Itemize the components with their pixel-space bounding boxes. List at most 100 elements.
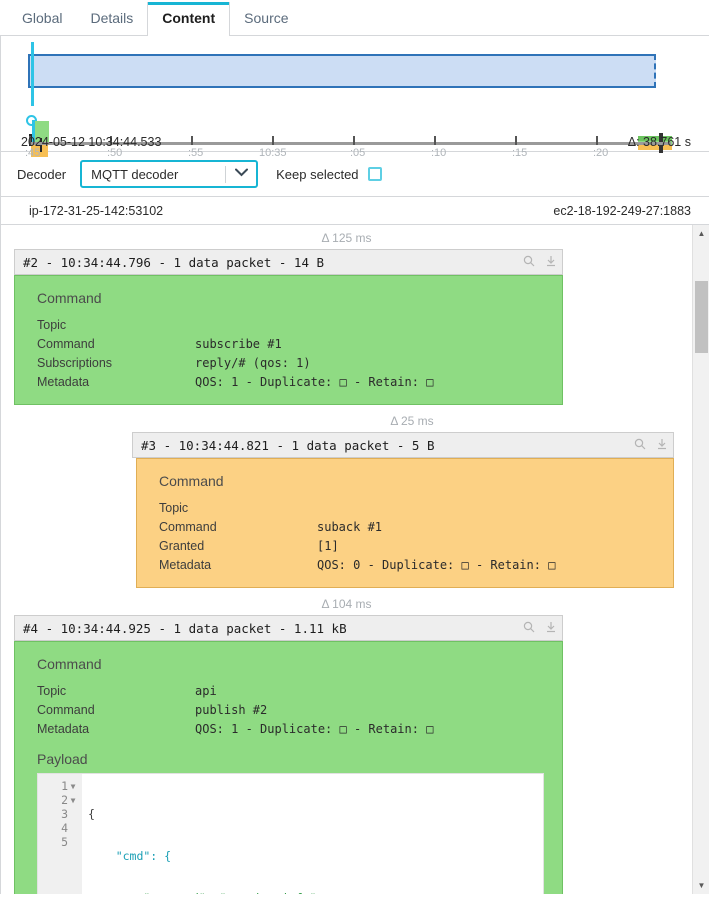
packet-field-value: reply/# (qos: 1) xyxy=(195,356,311,370)
payload-json-editor[interactable]: 1 ▼ 2 ▼ 3 4 5 {"cmd": { xyxy=(37,773,544,894)
decoder-label: Decoder xyxy=(17,166,67,182)
download-icon[interactable] xyxy=(540,621,562,636)
endpoint-source: ip-172-31-25-142:53102 xyxy=(29,203,164,218)
timeline-selection-box[interactable] xyxy=(28,54,656,88)
timeline-tick-label: :55 xyxy=(188,147,204,159)
packet-field-row: Command subscribe #1 xyxy=(15,335,562,354)
line-number: 2 xyxy=(61,793,68,807)
timeline-tick-label: :15 xyxy=(512,147,528,159)
packet-field-value: api xyxy=(195,684,217,698)
timeline-tick-label: 10:35 xyxy=(259,147,287,159)
timeline-tick xyxy=(434,136,436,145)
tab-source[interactable]: Source xyxy=(230,2,302,35)
keep-selected-checkbox[interactable] xyxy=(367,167,382,181)
packet-entry: #3 - 10:34:44.821 - 1 data packet - 5 B … xyxy=(132,432,674,588)
packet-header[interactable]: #4 - 10:34:44.925 - 1 data packet - 1.11… xyxy=(14,615,563,641)
packet-body: Command Topic api Command publish #2 Met… xyxy=(14,641,563,894)
line-number: 5 xyxy=(61,835,68,849)
packet-header-text: #2 - 10:34:44.796 - 1 data packet - 14 B xyxy=(23,254,325,270)
tab-details[interactable]: Details xyxy=(76,2,147,35)
timeline-tick xyxy=(272,136,274,145)
packet-field-key: Command xyxy=(37,337,95,351)
tab-global[interactable]: Global xyxy=(8,2,76,35)
endpoint-destination: ec2-18-192-249-27:1883 xyxy=(553,203,691,218)
packet-header-text: #4 - 10:34:44.925 - 1 data packet - 1.11… xyxy=(23,620,347,636)
tab-content[interactable]: Content xyxy=(147,2,231,36)
packet-field-value: QOS: 1 - Duplicate: □ - Retain: □ xyxy=(195,375,434,389)
packet-field-key: Subscriptions xyxy=(37,356,113,370)
chevron-down-icon xyxy=(226,168,256,180)
fold-arrow-icon[interactable]: ▼ xyxy=(68,796,78,805)
download-icon[interactable] xyxy=(540,255,562,270)
fold-arrow-icon[interactable]: ▼ xyxy=(68,782,78,791)
editor-code-area[interactable]: { "cmd": { "command": "session.info" } } xyxy=(82,774,543,894)
packet-field-row: Subscriptions reply/# (qos: 1) xyxy=(15,354,562,373)
packet-field-key: Command xyxy=(159,520,217,534)
packet-delta-label: Δ 104 ms xyxy=(321,597,372,611)
packet-header[interactable]: #3 - 10:34:44.821 - 1 data packet - 5 B xyxy=(132,432,674,458)
timeline-start-timestamp: 2024-05-12 10:34:44.533 xyxy=(21,135,162,149)
packet-field-value: QOS: 0 - Duplicate: □ - Retain: □ xyxy=(317,558,556,572)
search-icon[interactable] xyxy=(629,438,651,453)
timeline[interactable]: :45 :50 :55 10:35 :05 :10 :15 :20 2024-0… xyxy=(0,36,709,159)
packet-field-row: Topic xyxy=(137,499,673,518)
packet-field-value: publish #2 xyxy=(195,703,268,717)
line-number: 3 xyxy=(61,807,68,821)
keep-selected-label: Keep selected xyxy=(276,166,359,182)
timeline-tick-label: :05 xyxy=(350,147,366,159)
packet-field-key: Command xyxy=(37,703,95,717)
packet-field-key: Metadata xyxy=(37,375,90,389)
code-line-text: "cmd": { xyxy=(88,849,172,863)
packet-field-key: Topic xyxy=(37,684,67,698)
packet-delta-label: Δ 125 ms xyxy=(321,231,372,245)
packet-header[interactable]: #2 - 10:34:44.796 - 1 data packet - 14 B xyxy=(14,249,563,275)
packet-delta-label: Δ 25 ms xyxy=(390,414,434,428)
packet-field-row: Metadata QOS: 1 - Duplicate: □ - Retain:… xyxy=(15,720,562,739)
search-icon[interactable] xyxy=(518,255,540,270)
packet-field-row: Granted [1] xyxy=(137,537,673,556)
endpoints-bar: ip-172-31-25-142:53102 ec2-18-192-249-27… xyxy=(0,197,709,225)
packet-field-value: QOS: 1 - Duplicate: □ - Retain: □ xyxy=(195,722,434,736)
packet-list-pane: Δ 125 ms #2 - 10:34:44.796 - 1 data pack… xyxy=(0,225,709,894)
tab-bar: Global Details Content Source xyxy=(0,0,709,36)
packet-entry: #4 - 10:34:44.925 - 1 data packet - 1.11… xyxy=(14,615,563,894)
packet-field-row: Topic api xyxy=(15,682,562,701)
packet-field-row: Metadata QOS: 1 - Duplicate: □ - Retain:… xyxy=(15,373,562,392)
packet-field-key: Topic xyxy=(159,501,189,515)
code-line: "command": "session.info" xyxy=(88,891,543,894)
packet-field-row: Command suback #1 xyxy=(137,518,673,537)
packet-field-key: Topic xyxy=(37,318,67,332)
packet-field-value: suback #1 xyxy=(317,520,383,534)
packet-field-key: Metadata xyxy=(37,722,90,736)
packet-field-key: Metadata xyxy=(159,558,212,572)
packet-section-title: Command xyxy=(159,473,224,489)
line-number: 4 xyxy=(61,821,68,835)
code-line: "cmd": { xyxy=(88,849,543,863)
packet-field-key: Granted xyxy=(159,539,205,553)
scroll-down-arrow-icon[interactable]: ▼ xyxy=(693,877,709,894)
packet-field-value: subscribe #1 xyxy=(195,337,282,351)
line-number: 1 xyxy=(61,779,68,793)
packet-header-text: #3 - 10:34:44.821 - 1 data packet - 5 B xyxy=(141,437,435,453)
vertical-scrollbar[interactable]: ▲ ▼ xyxy=(692,225,709,894)
code-line-text: { xyxy=(88,807,95,821)
packet-section-title: Command xyxy=(37,656,102,672)
packet-body: Command Topic Command suback #1 Granted … xyxy=(136,458,674,588)
timeline-tick-label: :20 xyxy=(593,147,609,159)
download-icon[interactable] xyxy=(651,438,673,453)
timeline-cursor-handle[interactable] xyxy=(31,42,34,106)
timeline-tick xyxy=(596,136,598,145)
scrollbar-thumb[interactable] xyxy=(695,281,708,353)
scroll-up-arrow-icon[interactable]: ▲ xyxy=(693,225,709,242)
packet-section-title: Command xyxy=(37,290,102,306)
search-icon[interactable] xyxy=(518,621,540,636)
packet-entry: #2 - 10:34:44.796 - 1 data packet - 14 B… xyxy=(14,249,563,405)
decoder-select[interactable]: MQTT decoder xyxy=(80,160,259,188)
editor-gutter-line: 5 xyxy=(38,835,82,849)
timeline-duration-delta: Δ: 38.761 s xyxy=(627,135,691,149)
payload-title: Payload xyxy=(37,751,88,767)
editor-gutter-line: 1 ▼ xyxy=(38,779,82,793)
code-line: { xyxy=(88,807,543,821)
editor-gutter: 1 ▼ 2 ▼ 3 4 5 xyxy=(38,774,82,894)
timeline-tick xyxy=(191,136,193,145)
